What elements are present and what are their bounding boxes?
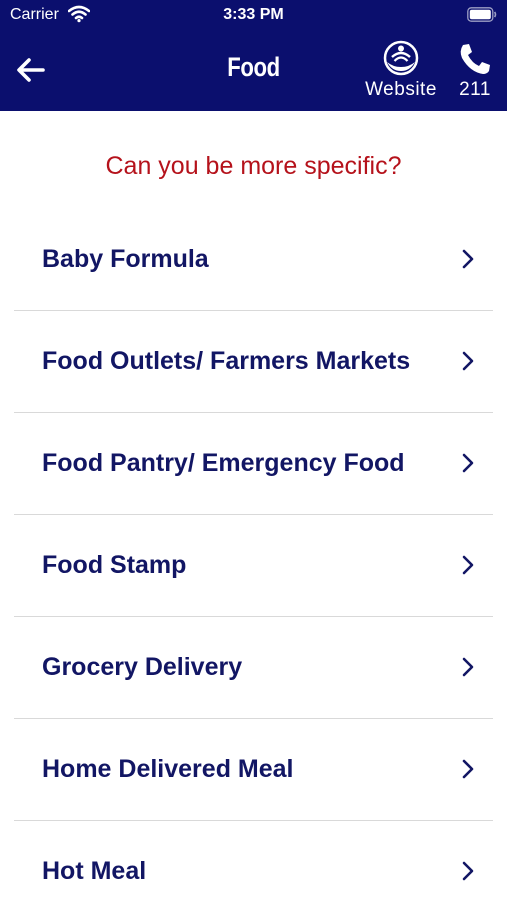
category-list: Baby Formula Food Outlets/ Farmers Marke…	[14, 209, 493, 900]
list-item-hot-meal[interactable]: Hot Meal	[14, 821, 493, 900]
website-label: Website	[365, 79, 437, 100]
list-item-label: Food Outlets/ Farmers Markets	[42, 347, 411, 375]
arrow-left-icon	[17, 58, 45, 82]
phone-icon	[460, 44, 490, 74]
website-button[interactable]: Website	[358, 40, 444, 104]
chevron-right-icon	[462, 249, 474, 269]
list-item-baby-formula[interactable]: Baby Formula	[14, 209, 493, 311]
battery-icon	[467, 7, 497, 22]
chevron-right-icon	[462, 351, 474, 371]
chevron-right-icon	[462, 861, 474, 881]
call-211-button[interactable]: 211	[452, 40, 498, 104]
list-item-food-stamp[interactable]: Food Stamp	[14, 515, 493, 617]
list-item-label: Baby Formula	[42, 245, 209, 273]
list-item-label: Food Pantry/ Emergency Food	[42, 449, 405, 477]
list-item-food-outlets[interactable]: Food Outlets/ Farmers Markets	[14, 311, 493, 413]
chevron-right-icon	[462, 657, 474, 677]
list-item-label: Food Stamp	[42, 551, 187, 579]
list-item-food-pantry[interactable]: Food Pantry/ Emergency Food	[14, 413, 493, 515]
list-item-label: Home Delivered Meal	[42, 755, 294, 783]
list-item-grocery-delivery[interactable]: Grocery Delivery	[14, 617, 493, 719]
app-header: Carrier 3:33 PM Food Website 211	[0, 0, 507, 111]
chevron-right-icon	[462, 759, 474, 779]
list-item-home-delivered-meal[interactable]: Home Delivered Meal	[14, 719, 493, 821]
status-bar: Carrier 3:33 PM	[0, 0, 507, 30]
prompt-text: Can you be more specific?	[105, 152, 402, 180]
list-item-label: Hot Meal	[42, 857, 147, 885]
clock: 3:33 PM	[223, 6, 284, 23]
list-item-label: Grocery Delivery	[42, 653, 243, 681]
united-way-logo-icon	[383, 40, 419, 76]
chevron-right-icon	[462, 453, 474, 473]
chevron-right-icon	[462, 555, 474, 575]
call-label: 211	[459, 79, 491, 100]
